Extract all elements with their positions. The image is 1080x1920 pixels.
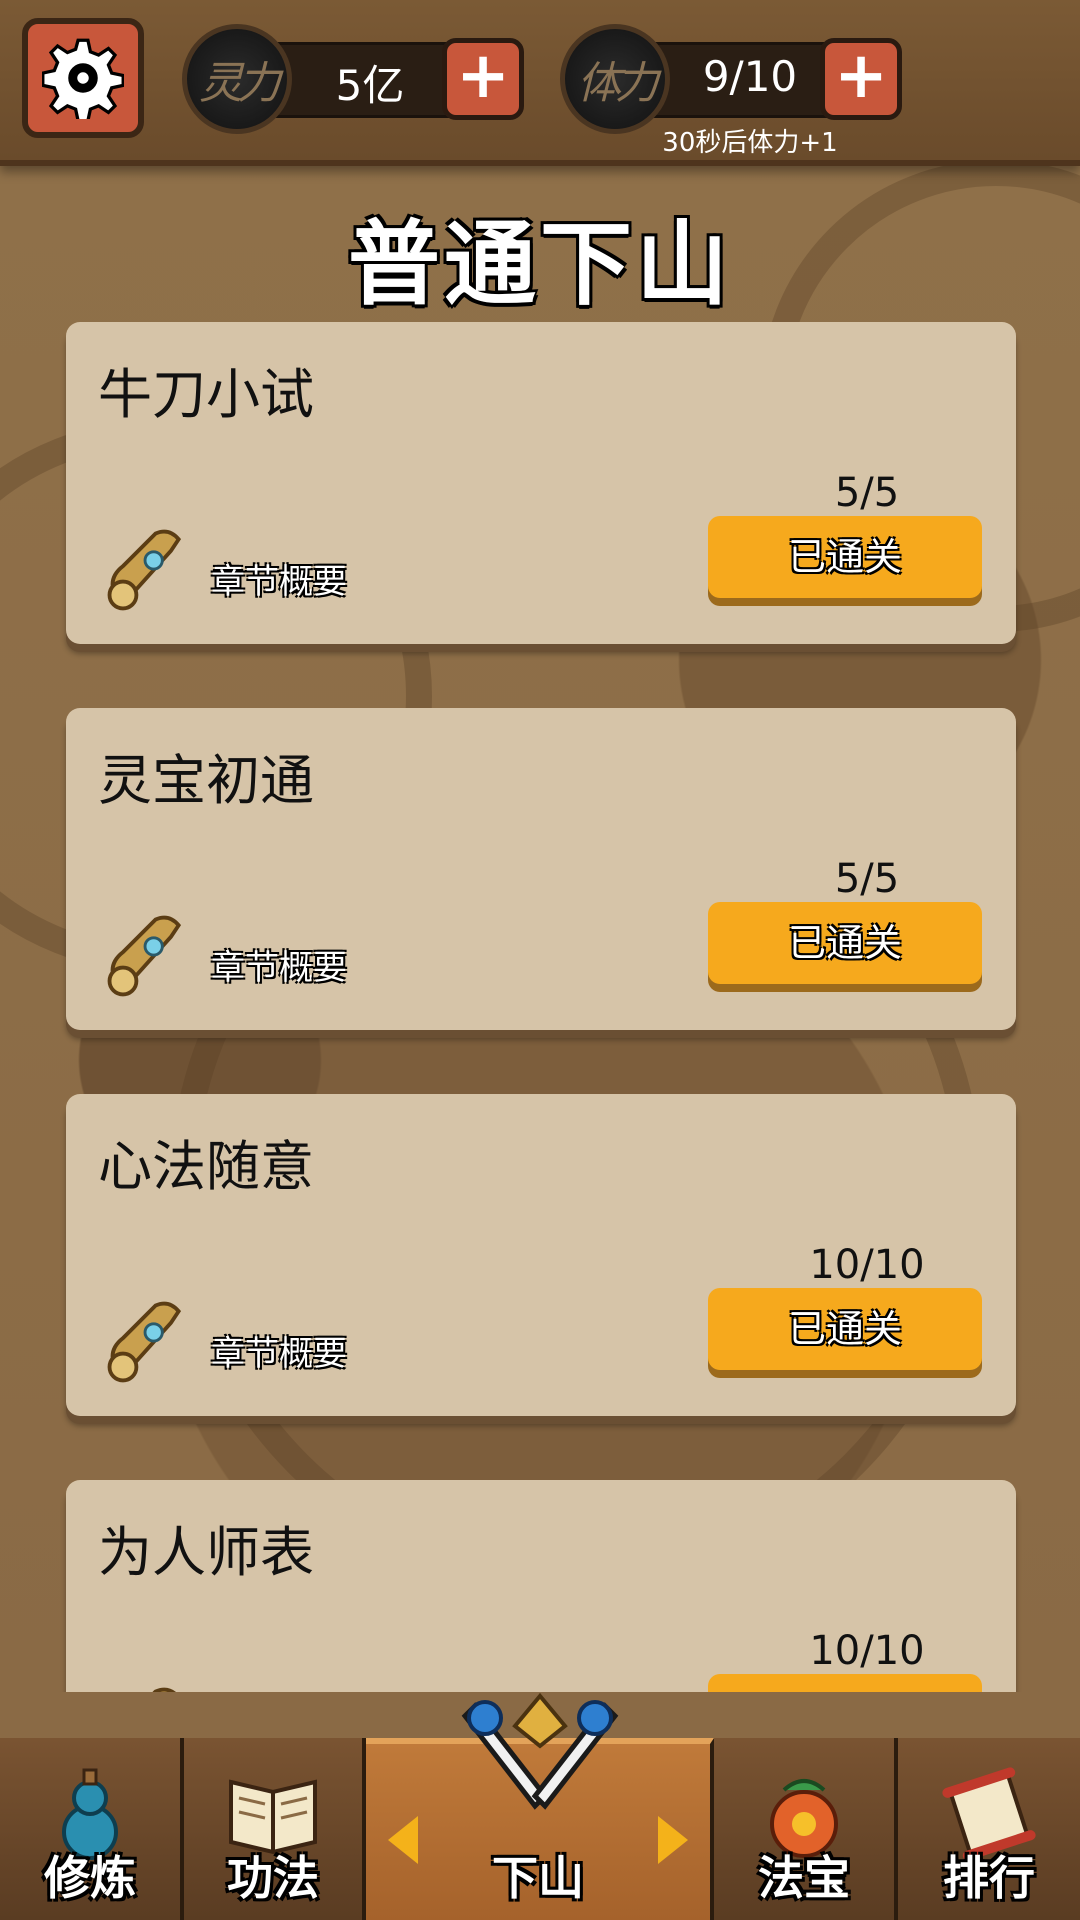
stamina-badge-icon: 体力 — [560, 24, 670, 134]
settings-button[interactable] — [22, 18, 144, 138]
nav-label: 功法 — [227, 1851, 319, 1905]
chapter-progress: 5/5 — [834, 470, 900, 516]
chapter-cleared-button[interactable]: 已通关 — [708, 902, 982, 984]
nav-label: 排行 — [943, 1851, 1035, 1905]
nav-item-treasures[interactable]: 法宝 — [714, 1738, 898, 1920]
scroll-icon[interactable] — [98, 1680, 194, 1692]
nav-label: 下山 — [492, 1851, 584, 1905]
nav-item-ranking[interactable]: 排行 — [898, 1738, 1080, 1920]
chapter-title: 为人师表 — [98, 1521, 314, 1584]
chapter-summary-link[interactable]: 章节概要 — [211, 940, 347, 989]
stamina-regen-text: 30秒后体力+1 — [662, 128, 838, 158]
chapter-card[interactable]: 为人师表 10/10 — [66, 1480, 1016, 1692]
chapter-list[interactable]: 牛刀小试 5/5 已通关 章节概要 灵宝初通 5/5 已通关 章节概要 心法随意… — [0, 320, 1080, 1692]
chapter-title: 心法随意 — [98, 1135, 314, 1198]
chapter-cleared-button[interactable]: 已通关 — [708, 516, 982, 598]
chapter-progress: 10/10 — [809, 1242, 925, 1288]
chapter-cleared-button[interactable]: 已通关 — [708, 1288, 982, 1370]
stamina-value: 9/10 — [702, 52, 798, 101]
chapter-title: 牛刀小试 — [98, 363, 314, 426]
scroll-icon[interactable] — [98, 1294, 194, 1390]
add-stamina-button[interactable]: + — [820, 38, 902, 120]
chapter-summary-link[interactable]: 章节概要 — [211, 1326, 347, 1375]
chapter-progress: 10/10 — [809, 1628, 925, 1674]
chapter-card[interactable]: 灵宝初通 5/5 已通关 章节概要 — [66, 708, 1016, 1030]
chapter-summary-link[interactable]: 章节概要 — [211, 554, 347, 603]
scroll-icon[interactable] — [98, 522, 194, 618]
nav-label: 法宝 — [758, 1851, 850, 1905]
nav-item-cultivate[interactable]: 修炼 — [0, 1738, 184, 1920]
crossed-swords-icon — [461, 1692, 619, 1810]
chapter-progress: 5/5 — [834, 856, 900, 902]
chapter-card[interactable]: 牛刀小试 5/5 已通关 章节概要 — [66, 322, 1016, 644]
gear-icon — [42, 38, 124, 119]
page-title: 普通下山 — [347, 211, 732, 318]
scroll-icon[interactable] — [98, 908, 194, 1004]
chapter-action-button[interactable] — [708, 1674, 982, 1692]
nav-label: 修炼 — [44, 1851, 136, 1905]
nav-item-techniques[interactable]: 功法 — [184, 1738, 366, 1920]
add-spirit-button[interactable]: + — [442, 38, 524, 120]
spirit-badge-icon: 灵力 — [182, 24, 292, 134]
spirit-value: 5亿 — [335, 61, 405, 110]
top-bar: 灵力 5亿 + 体力 9/10 + 30秒后体力+1 — [0, 0, 1080, 166]
chapter-card[interactable]: 心法随意 10/10 已通关 章节概要 — [66, 1094, 1016, 1416]
chapter-title: 灵宝初通 — [98, 749, 314, 812]
